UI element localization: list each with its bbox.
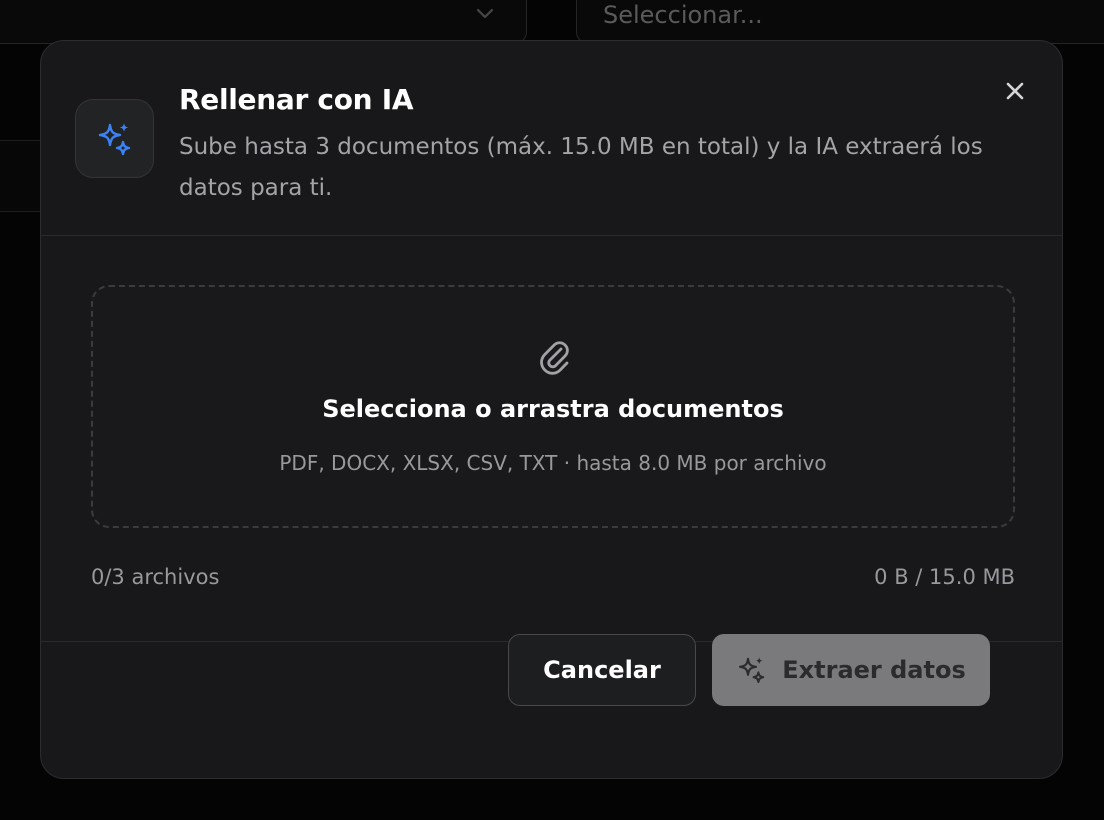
sparkles-icon: [739, 657, 765, 684]
ai-badge: [75, 99, 154, 178]
paperclip-icon: [540, 341, 569, 375]
dialog-title: Rellenar con IA: [179, 83, 414, 116]
dropzone-hint: PDF, DOCX, XLSX, CSV, TXT · hasta 8.0 MB…: [279, 451, 827, 475]
cancel-button[interactable]: Cancelar: [508, 634, 696, 706]
sparkles-icon: [98, 122, 130, 155]
close-button[interactable]: [999, 75, 1031, 107]
dialog-subtitle: Sube hasta 3 documentos (máx. 15.0 MB en…: [179, 134, 983, 201]
document-dropzone[interactable]: Selecciona o arrastra documentos PDF, DO…: [91, 285, 1015, 528]
close-icon: [1006, 82, 1024, 100]
file-count: 0/3 archivos: [91, 565, 220, 589]
extract-data-label: Extraer datos: [782, 656, 966, 684]
extract-data-button[interactable]: Extraer datos: [712, 634, 990, 706]
dropzone-title: Selecciona o arrastra documentos: [322, 395, 784, 423]
size-count: 0 B / 15.0 MB: [874, 565, 1015, 589]
dialog-header: Rellenar con IA Sube hasta 3 documentos …: [41, 41, 1062, 236]
